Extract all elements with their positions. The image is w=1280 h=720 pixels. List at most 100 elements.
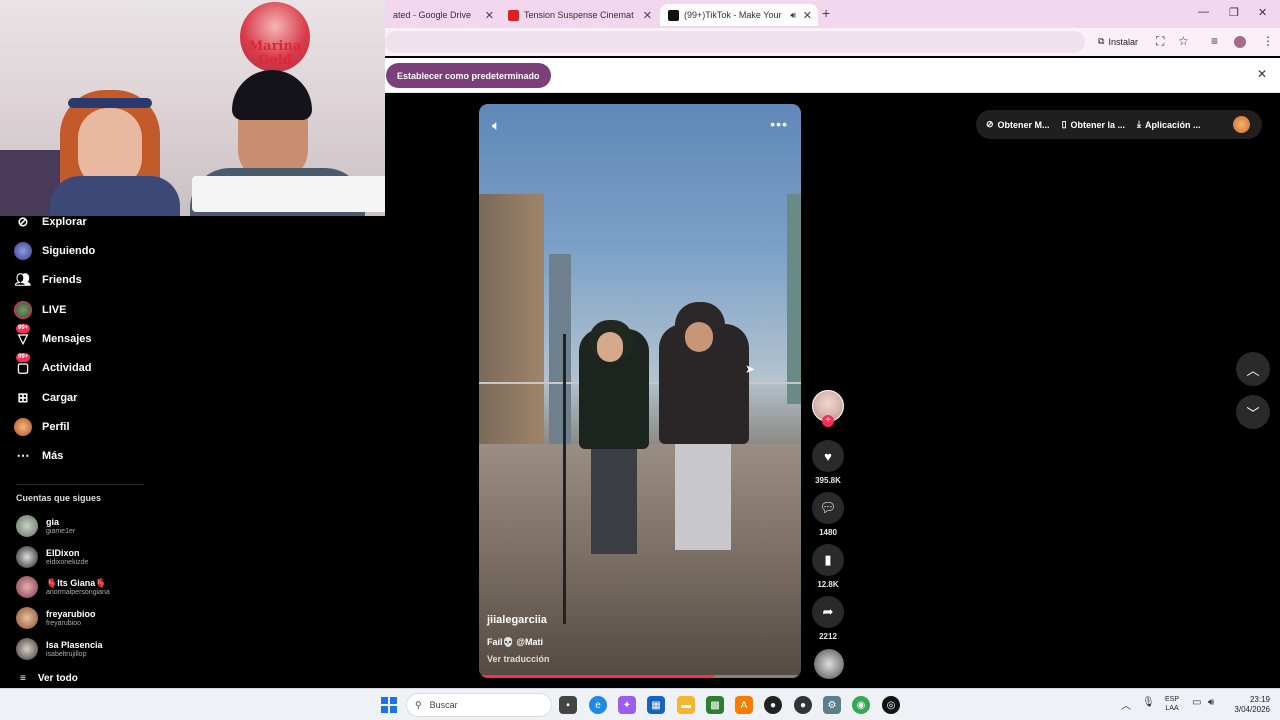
close-window-icon[interactable]: ✕ (1258, 6, 1267, 19)
video-username[interactable]: jiialegarciia (487, 614, 547, 626)
windows-start-icon[interactable] (381, 697, 397, 713)
like-button[interactable]: ♥ (812, 440, 844, 472)
omnibox[interactable] (385, 31, 1085, 53)
compass-icon: ⊘ (17, 214, 29, 229)
app-a-icon[interactable]: A (735, 696, 753, 714)
divider (16, 484, 144, 485)
display-icon[interactable]: ▭ (1192, 697, 1201, 708)
sidebar-item-label: Siguiendo (42, 245, 96, 257)
sidebar-item-label: Cargar (42, 392, 78, 404)
close-icon[interactable]: ✕ (803, 9, 812, 22)
following-section-title: Cuentas que sigues (16, 493, 102, 503)
phone-icon: ▯ (1061, 119, 1067, 129)
logo-text: Marina Gold (248, 39, 302, 68)
get-coins-button[interactable]: ⊘ Obtener M... (986, 119, 1050, 130)
edge-icon[interactable]: e (589, 696, 607, 714)
new-tab-icon[interactable]: + (822, 5, 830, 21)
save-count: 12.8K (817, 580, 839, 589)
more-options-icon[interactable]: ••• (770, 116, 788, 132)
chrome-icon[interactable]: ◉ (852, 696, 870, 714)
previous-video-button[interactable]: ︿ (1236, 352, 1270, 386)
sidebar-item-mas[interactable]: ⋯ Más (14, 445, 64, 467)
tab-tension-suspense[interactable]: Tension Suspense Cinematic No ✕ (500, 4, 658, 26)
tab-google-drive[interactable]: ated - Google Drive ✕ (385, 4, 500, 26)
language-indicator[interactable]: ESP LAA (1165, 695, 1179, 713)
chevron-down-icon: ﹀ (1246, 405, 1260, 421)
comment-button[interactable]: 💬︎ (812, 492, 844, 524)
following-account[interactable]: ElDixon eldixonekizde (16, 544, 88, 570)
save-button[interactable]: ▮ (812, 544, 844, 576)
tab-tiktok[interactable]: (99+)TikTok - Make Your Da 🔊︎ ✕ (660, 4, 818, 26)
translate-link[interactable]: Ver traducción (487, 654, 550, 664)
video-player[interactable]: 🔈︎ ••• jiialegarciia Fail💀 @Mati Ver tra… (479, 104, 801, 678)
close-icon[interactable]: ✕ (485, 9, 494, 22)
taskbar-clock[interactable]: 23:19 3/04/2026 (1228, 695, 1270, 715)
following-account[interactable]: 🫀Its Giana🫀 anormalpersongiana (16, 574, 110, 600)
copilot-icon[interactable]: ✦ (618, 696, 636, 714)
follow-plus-icon[interactable]: + (822, 415, 834, 427)
tray-chevron-up-icon[interactable]: ︿ (1121, 697, 1131, 712)
see-all-button[interactable]: ≡ Ver todo (20, 673, 78, 684)
menu-dots-icon[interactable]: ⋮ (1262, 34, 1274, 48)
tab-title: ated - Google Drive (393, 10, 472, 20)
sidebar-item-label: Perfil (42, 421, 70, 433)
sidebar-item-label: Friends (42, 274, 82, 286)
avatar (16, 607, 38, 629)
get-app-button[interactable]: ▯ Obtener la ... (1062, 119, 1125, 130)
obs-icon[interactable]: ● (764, 696, 782, 714)
music-disc-icon[interactable] (814, 649, 844, 679)
bookmark-star-icon[interactable]: ☆ (1178, 34, 1189, 48)
activity-icon: ▢ 99+ (16, 353, 31, 375)
sidebar-item-perfil[interactable]: Perfil (14, 416, 70, 438)
desktop-app-button[interactable]: ⤓ Aplicación ... (1137, 119, 1201, 130)
lang-line-1: ESP (1165, 696, 1180, 703)
install-button[interactable]: ⧉ Instalar (1098, 36, 1138, 47)
minimize-icon[interactable]: — (1198, 6, 1209, 18)
tiktok-sidebar: ⊘ Explorar Siguiendo 👥︎ Friends LIVE ▽ 99… (0, 214, 150, 688)
video-person-girl-face (597, 332, 623, 362)
following-avatar (14, 242, 32, 260)
profile-avatar[interactable] (1233, 116, 1250, 133)
volume-icon[interactable]: 🔊︎ (1208, 697, 1214, 708)
minecraft-icon[interactable]: ▩ (706, 696, 724, 714)
account-name: 🫀Its Giana🫀 (46, 577, 107, 588)
sidebar-item-mensajes[interactable]: ▽ 99+ Mensajes (14, 324, 92, 350)
store-icon[interactable]: ▦ (647, 696, 665, 714)
taskbar-search[interactable]: ⚲ Buscar (406, 693, 552, 717)
microphone-icon[interactable]: 🎙︎ (1142, 697, 1155, 708)
app-icon[interactable]: ● (794, 696, 812, 714)
sidebar-item-label: LIVE (42, 304, 67, 316)
file-explorer-icon[interactable]: ▬ (677, 696, 695, 714)
settings-icon[interactable]: ⚙ (823, 696, 841, 714)
sidebar-item-actividad[interactable]: ▢ 99+ Actividad (14, 353, 92, 379)
following-account[interactable]: freyarubioo freyarubioo (16, 605, 96, 631)
sidebar-item-siguiendo[interactable]: Siguiendo (14, 240, 95, 262)
sidebar-item-cargar[interactable]: ⊞ Cargar (14, 387, 78, 409)
close-icon[interactable]: ✕ (643, 9, 652, 22)
sidebar-item-explorar[interactable]: ⊘ Explorar (14, 211, 87, 233)
following-account[interactable]: gia giame1er (16, 513, 75, 539)
comment-icon: 💬︎ (819, 500, 837, 515)
video-tripod (563, 334, 566, 624)
app-circle-icon[interactable]: ◎ (882, 696, 900, 714)
sidebar-item-friends[interactable]: 👥︎ Friends (14, 269, 82, 291)
download-icon: ⤓ (1137, 119, 1142, 129)
set-default-button[interactable]: Establecer como predeterminado (386, 63, 551, 88)
restore-icon[interactable]: ❐ (1229, 6, 1239, 19)
next-video-button[interactable]: ﹀ (1236, 395, 1270, 429)
speaker-icon[interactable]: 🔊︎ (790, 10, 796, 21)
sidebar-item-live[interactable]: LIVE (14, 299, 66, 321)
media-controls-icon[interactable]: ≡ (1211, 34, 1218, 48)
close-icon[interactable]: ✕ (1257, 67, 1267, 81)
video-progress-bar[interactable] (479, 675, 801, 678)
task-view-icon[interactable]: ▪ (559, 696, 577, 714)
messages-badge: 99+ (16, 324, 31, 333)
upload-icon: ⊞ (17, 390, 29, 405)
volume-icon[interactable]: 🔈︎ (492, 117, 500, 134)
translate-icon[interactable]: ⛶ (1156, 34, 1164, 49)
following-account[interactable]: Isa Plasencia isabeltrujillop (16, 636, 103, 662)
account-handle: freyarubioo (46, 619, 82, 627)
share-icon: ➦ (822, 604, 834, 619)
profile-avatar[interactable] (1234, 36, 1246, 48)
share-button[interactable]: ➦ (812, 596, 844, 628)
